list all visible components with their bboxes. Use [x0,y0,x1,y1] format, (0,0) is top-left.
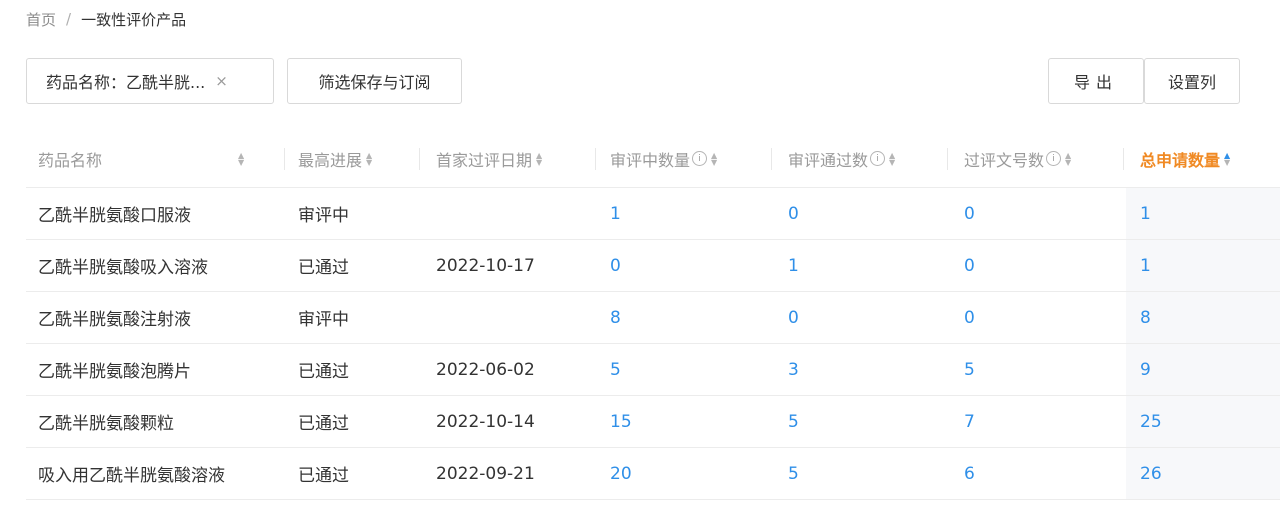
count-link-cell[interactable]: 0 [610,240,621,291]
first-approval-date-cell: 2022-10-14 [436,411,535,432]
count-link-cell[interactable]: 8 [610,292,621,343]
sort-toggle[interactable]: ▲ ▼ [889,151,896,167]
export-button[interactable]: 导出 [1048,58,1144,104]
info-circle-icon[interactable]: i [1046,151,1062,166]
table-row[interactable]: 乙酰半胱氨酸泡腾片 已通过 2022-06-02 5 3 5 9 [26,344,1280,396]
column-divider [595,148,596,170]
drug-name-cell[interactable]: 乙酰半胱氨酸吸入溶液 [38,240,208,291]
count-link-cell[interactable]: 20 [610,448,632,499]
close-icon[interactable]: × [215,72,228,90]
progress-cell: 已通过 [298,414,349,434]
count-link-cell[interactable]: 5 [788,396,799,447]
progress-cell: 审评中 [298,206,349,226]
column-divider [284,148,285,170]
table-row[interactable]: 乙酰半胱氨酸口服液 审评中 1 0 0 1 [26,188,1280,240]
breadcrumb-home[interactable]: 首页 [26,9,56,30]
column-header-label: 过评文号数 [964,150,1045,170]
count-link-cell[interactable]: 1 [610,188,621,239]
breadcrumb-separator: / [66,10,72,28]
count-link-cell[interactable]: 1 [1140,188,1151,239]
sort-toggle[interactable]: ▲ ▼ [238,151,245,167]
sort-down-icon: ▼ [889,157,896,167]
sort-toggle[interactable]: ▲ ▼ [1065,151,1072,167]
sort-down-icon: ▼ [238,157,245,167]
sort-down-icon: ▼ [536,157,543,167]
column-header-1[interactable]: 药品名称 ▲ ▼ [38,130,244,187]
first-approval-date-cell: 2022-10-17 [436,255,535,276]
drug-name-cell[interactable]: 吸入用乙酰半胱氨酸溶液 [38,448,225,499]
save-subscribe-filter-button[interactable]: 筛选保存与订阅 [287,58,462,104]
sort-toggle[interactable]: ▲ ▼ [366,151,373,167]
count-link-cell[interactable]: 0 [964,292,975,343]
info-circle-icon[interactable]: i [870,151,886,166]
progress-cell: 已通过 [298,362,349,382]
column-header-3[interactable]: 首家过评日期 ▲ ▼ [436,130,542,187]
count-link-cell[interactable]: 6 [964,448,975,499]
sort-down-icon: ▼ [1224,157,1231,167]
count-link-cell[interactable]: 7 [964,396,975,447]
count-link-cell[interactable]: 15 [610,396,632,447]
column-divider [419,148,420,170]
column-header-label: 审评中数量 [610,150,691,170]
column-header-label: 审评通过数 [788,150,869,170]
column-header-5[interactable]: 审评通过数 i ▲ ▼ [788,130,895,187]
table-row[interactable]: 吸入用乙酰半胱氨酸溶液 已通过 2022-09-21 20 5 6 26 [26,448,1280,500]
count-link-cell[interactable]: 0 [964,188,975,239]
drug-name-cell[interactable]: 乙酰半胱氨酸注射液 [38,292,191,343]
column-header-7[interactable]: 总申请数量 ▲ ▼ [1140,130,1230,187]
table-row[interactable]: 乙酰半胱氨酸颗粒 已通过 2022-10-14 15 5 7 25 [26,396,1280,448]
count-link-cell[interactable]: 1 [1140,240,1151,291]
count-link-cell[interactable]: 25 [1140,396,1162,447]
count-link-cell[interactable]: 5 [788,448,799,499]
column-header-label: 最高进展 [298,150,363,170]
progress-cell: 已通过 [298,258,349,278]
progress-cell: 已通过 [298,466,349,486]
count-link-cell[interactable]: 5 [610,344,621,395]
count-link-cell[interactable]: 1 [788,240,799,291]
drug-name-cell[interactable]: 乙酰半胱氨酸颗粒 [38,396,174,447]
first-approval-date-cell: 2022-09-21 [436,463,535,484]
table-body: 乙酰半胱氨酸口服液 审评中 1 0 0 1 乙酰半胱氨酸吸入溶液 已通过 2022-10-17 0… [26,188,1280,500]
data-table: 药品名称 ▲ ▼ 最高进展 ▲ ▼ 首家过评日期 ▲ ▼ 审评中数量 i ▲ ▼ 审评通过数 i ▲ ▼ 过评文号… [26,130,1280,500]
table-row[interactable]: 乙酰半胱氨酸吸入溶液 已通过 2022-10-17 0 1 0 1 [26,240,1280,292]
table-header: 药品名称 ▲ ▼ 最高进展 ▲ ▼ 首家过评日期 ▲ ▼ 审评中数量 i ▲ ▼ 审评通过数 i ▲ ▼ 过评文号… [26,130,1280,188]
count-link-cell[interactable]: 0 [788,188,799,239]
column-header-4[interactable]: 审评中数量 i ▲ ▼ [610,130,717,187]
count-link-cell[interactable]: 26 [1140,448,1162,499]
column-header-label: 首家过评日期 [436,150,533,170]
sort-down-icon: ▼ [366,157,373,167]
drug-name-cell[interactable]: 乙酰半胱氨酸泡腾片 [38,344,191,395]
breadcrumb: 首页 / 一致性评价产品 [26,8,186,30]
sort-toggle[interactable]: ▲ ▼ [1224,151,1231,167]
set-columns-button[interactable]: 设置列 [1144,58,1240,104]
first-approval-date-cell: 2022-06-02 [436,359,535,380]
count-link-cell[interactable]: 5 [964,344,975,395]
page: 首页 / 一致性评价产品 药品名称：乙酰半胱... × 筛选保存与订阅 导出 设… [0,0,1280,512]
drug-name-filter-chip[interactable]: 药品名称：乙酰半胱... × [26,58,274,104]
count-link-cell[interactable]: 8 [1140,292,1151,343]
column-header-6[interactable]: 过评文号数 i ▲ ▼ [964,130,1071,187]
info-circle-icon[interactable]: i [692,151,708,166]
sort-down-icon: ▼ [711,157,718,167]
column-header-2[interactable]: 最高进展 ▲ ▼ [298,130,372,187]
filter-chip-label: 药品名称：乙酰半胱... [46,73,206,92]
column-divider [1123,148,1124,170]
drug-name-cell[interactable]: 乙酰半胱氨酸口服液 [38,188,191,239]
sort-down-icon: ▼ [1065,157,1072,167]
count-link-cell[interactable]: 3 [788,344,799,395]
count-link-cell[interactable]: 9 [1140,344,1151,395]
progress-cell: 审评中 [298,310,349,330]
sort-toggle[interactable]: ▲ ▼ [536,151,543,167]
toolbar: 药品名称：乙酰半胱... × 筛选保存与订阅 导出 设置列 [0,58,1280,106]
count-link-cell[interactable]: 0 [964,240,975,291]
breadcrumb-current: 一致性评价产品 [81,10,187,29]
count-link-cell[interactable]: 0 [788,292,799,343]
table-row[interactable]: 乙酰半胱氨酸注射液 审评中 8 0 0 8 [26,292,1280,344]
sort-toggle[interactable]: ▲ ▼ [711,151,718,167]
column-header-label: 药品名称 [38,150,103,170]
column-header-label: 总申请数量 [1140,150,1221,170]
column-divider [771,148,772,170]
column-divider [947,148,948,170]
